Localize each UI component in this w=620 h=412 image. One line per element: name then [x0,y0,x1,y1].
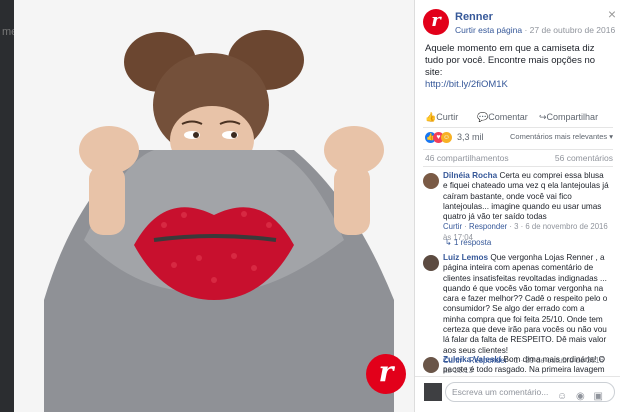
comment-label: Comentar [488,112,528,122]
post-stats: 46 compartilhamentos 56 comentários [425,153,613,165]
comment-text: Que vergonha Lojas Renner , a página int… [443,253,608,355]
avatar [424,383,442,401]
reaction-count[interactable]: 3,3 mil [457,132,484,142]
divider [423,127,613,128]
avatar[interactable] [423,173,439,189]
composer-icons[interactable]: ☺ ◉ ▣ [557,391,606,402]
divider [423,166,613,167]
post-photo[interactable]: r [14,0,414,412]
commenter-name[interactable]: Zuleika Valeski [443,355,501,364]
background-page-edge: me [0,0,17,412]
post-panel: × r Renner Curtir esta página · 27 de ou… [414,0,620,412]
avatar[interactable] [423,357,439,373]
comment-input[interactable]: Escreva um comentário... ☺ ◉ ▣ [445,382,615,402]
photo-illustration [14,0,414,412]
comment-reply-link[interactable]: Responder [469,222,507,231]
view-replies-link[interactable]: ↳ 1 resposta [445,238,491,247]
post-date[interactable]: 27 de outubro de 2016 [530,25,616,35]
comment-composer: Escreva um comentário... ☺ ◉ ▣ [415,376,620,412]
comment-placeholder: Escreva um comentário... [452,387,549,397]
comment-body: Zuleika Valeski Bom dima mais ordinária!… [443,355,609,377]
comment-like-link[interactable]: Curtir [443,222,462,231]
comments-count[interactable]: 56 comentários [555,153,613,163]
photo-brand-logo: r [378,355,394,388]
divider [423,149,613,150]
commenter-name[interactable]: Dilnéia Rocha [443,171,497,180]
page-name[interactable]: Renner [455,11,493,23]
post-meta: Curtir esta página · 27 de outubro de 20… [455,25,615,35]
share-label: Compartilhar [546,112,599,122]
photo-viewer: me r × r Renner Curtir esta página · 27 … [0,0,620,412]
post-actions: 👍 Curtir 💬 Comentar ↪ Compartilhar [425,112,611,126]
like-page-link[interactable]: Curtir esta página [455,25,522,35]
post-text: Aquele momento em que a camiseta diz tud… [425,43,609,91]
haha-reaction-icon[interactable]: ☺ [441,132,452,143]
comment-item: Dilnéia Rocha Certa eu comprei essa blus… [423,171,611,243]
like-label: Curtir [436,112,459,122]
post-caption: Aquele momento em que a camiseta diz tud… [425,43,596,78]
replies-count: 1 resposta [453,238,492,247]
comment-item: Luiz Lemos Que vergonha Lojas Renner , a… [423,253,611,375]
like-button[interactable]: 👍 Curtir [425,112,458,123]
comment-button[interactable]: 💬 Comentar [477,112,528,123]
share-button[interactable]: ↪ Compartilhar [539,112,598,123]
avatar[interactable] [423,255,439,271]
reactions-bar: 👍 ♥ ☺ 3,3 mil Comentários mais relevante… [425,131,613,145]
post-link[interactable]: http://bit.ly/2fiOM1K [425,79,609,91]
commenter-name[interactable]: Luiz Lemos [443,253,488,262]
comment-item: Zuleika Valeski Bom dima mais ordinária!… [423,355,611,377]
page-avatar[interactable]: r [423,9,449,35]
shares-count[interactable]: 46 compartilhamentos [425,153,509,163]
sort-comments-dropdown[interactable]: Comentários mais relevantes ▾ [510,132,613,141]
comment-body: Dilnéia Rocha Certa eu comprei essa blus… [443,171,609,243]
post-header: r Renner Curtir esta página · 27 de outu… [423,9,615,43]
